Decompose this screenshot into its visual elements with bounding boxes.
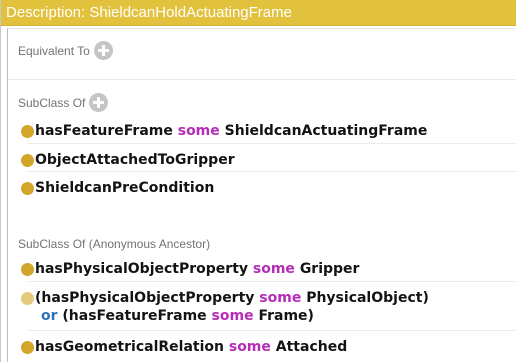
panel-title-bar: Description: ShieldcanHoldActuatingFrame xyxy=(1,0,516,26)
axiom-keyword: some xyxy=(177,123,220,139)
section-divider xyxy=(8,79,516,80)
axiom-filler: ShieldcanActuatingFrame xyxy=(224,123,428,139)
equivalent-to-header: Equivalent To xyxy=(18,41,113,60)
row-divider xyxy=(28,143,516,144)
axiom-open: (hasPhysicalObjectProperty xyxy=(35,290,255,306)
axiom-filler: Frame) xyxy=(258,308,314,324)
axiom-keyword: some xyxy=(252,261,295,277)
panel-title: Description: ShieldcanHoldActuatingFrame xyxy=(6,4,292,21)
axiom-keyword: some xyxy=(228,339,271,355)
class-bullet-icon xyxy=(21,125,34,138)
axiom-open: (hasFeatureFrame xyxy=(62,308,207,324)
class-bullet-icon xyxy=(21,292,34,305)
equivalent-to-label: Equivalent To xyxy=(18,43,90,58)
class-bullet-icon xyxy=(21,182,34,195)
class-bullet-icon xyxy=(21,263,34,276)
subclass-of-anonymous-ancestor-header: SubClass Of (Anonymous Ancestor) xyxy=(18,237,210,251)
axiom-class-name: ObjectAttachedToGripper xyxy=(35,152,235,168)
subclass-axiom-row[interactable]: ObjectAttachedToGripper xyxy=(21,151,235,169)
add-subclass-of-icon[interactable] xyxy=(89,93,109,112)
row-divider xyxy=(28,171,516,172)
subclass-of-label: SubClass Of xyxy=(18,95,86,110)
axiom-keyword: some xyxy=(259,290,302,306)
subclass-of-anonymous-label: SubClass Of (Anonymous Ancestor) xyxy=(18,237,211,251)
axiom-property: hasPhysicalObjectProperty xyxy=(35,261,249,277)
class-bullet-icon xyxy=(21,341,34,354)
ancestor-axiom-row[interactable]: (hasPhysicalObjectProperty some Physical… xyxy=(21,289,429,325)
axiom-keyword: some xyxy=(211,308,254,324)
row-divider xyxy=(28,281,516,282)
axiom-filler: PhysicalObject) xyxy=(306,290,429,306)
ancestor-axiom-row[interactable]: hasPhysicalObjectProperty some Gripper xyxy=(21,260,360,278)
ancestor-axiom-row[interactable]: hasGeometricalRelation some Attached xyxy=(21,338,348,356)
description-content: Equivalent To SubClass Of hasFeatureFram… xyxy=(7,28,516,362)
subclass-axiom-row[interactable]: ShieldcanPreCondition xyxy=(21,179,215,197)
axiom-or-keyword: or xyxy=(41,308,58,324)
row-divider xyxy=(28,330,516,331)
class-description-panel: Description: ShieldcanHoldActuatingFrame… xyxy=(0,0,516,362)
axiom-filler: Gripper xyxy=(299,261,360,277)
axiom-property: hasFeatureFrame xyxy=(35,123,173,139)
axiom-property: hasGeometricalRelation xyxy=(35,339,224,355)
add-equivalent-to-icon[interactable] xyxy=(93,41,113,60)
subclass-of-header: SubClass Of xyxy=(18,93,109,112)
axiom-class-name: ShieldcanPreCondition xyxy=(35,180,215,196)
class-bullet-icon xyxy=(21,154,34,167)
axiom-filler: Attached xyxy=(275,339,348,355)
subclass-axiom-row[interactable]: hasFeatureFrame some ShieldcanActuatingF… xyxy=(21,122,428,140)
